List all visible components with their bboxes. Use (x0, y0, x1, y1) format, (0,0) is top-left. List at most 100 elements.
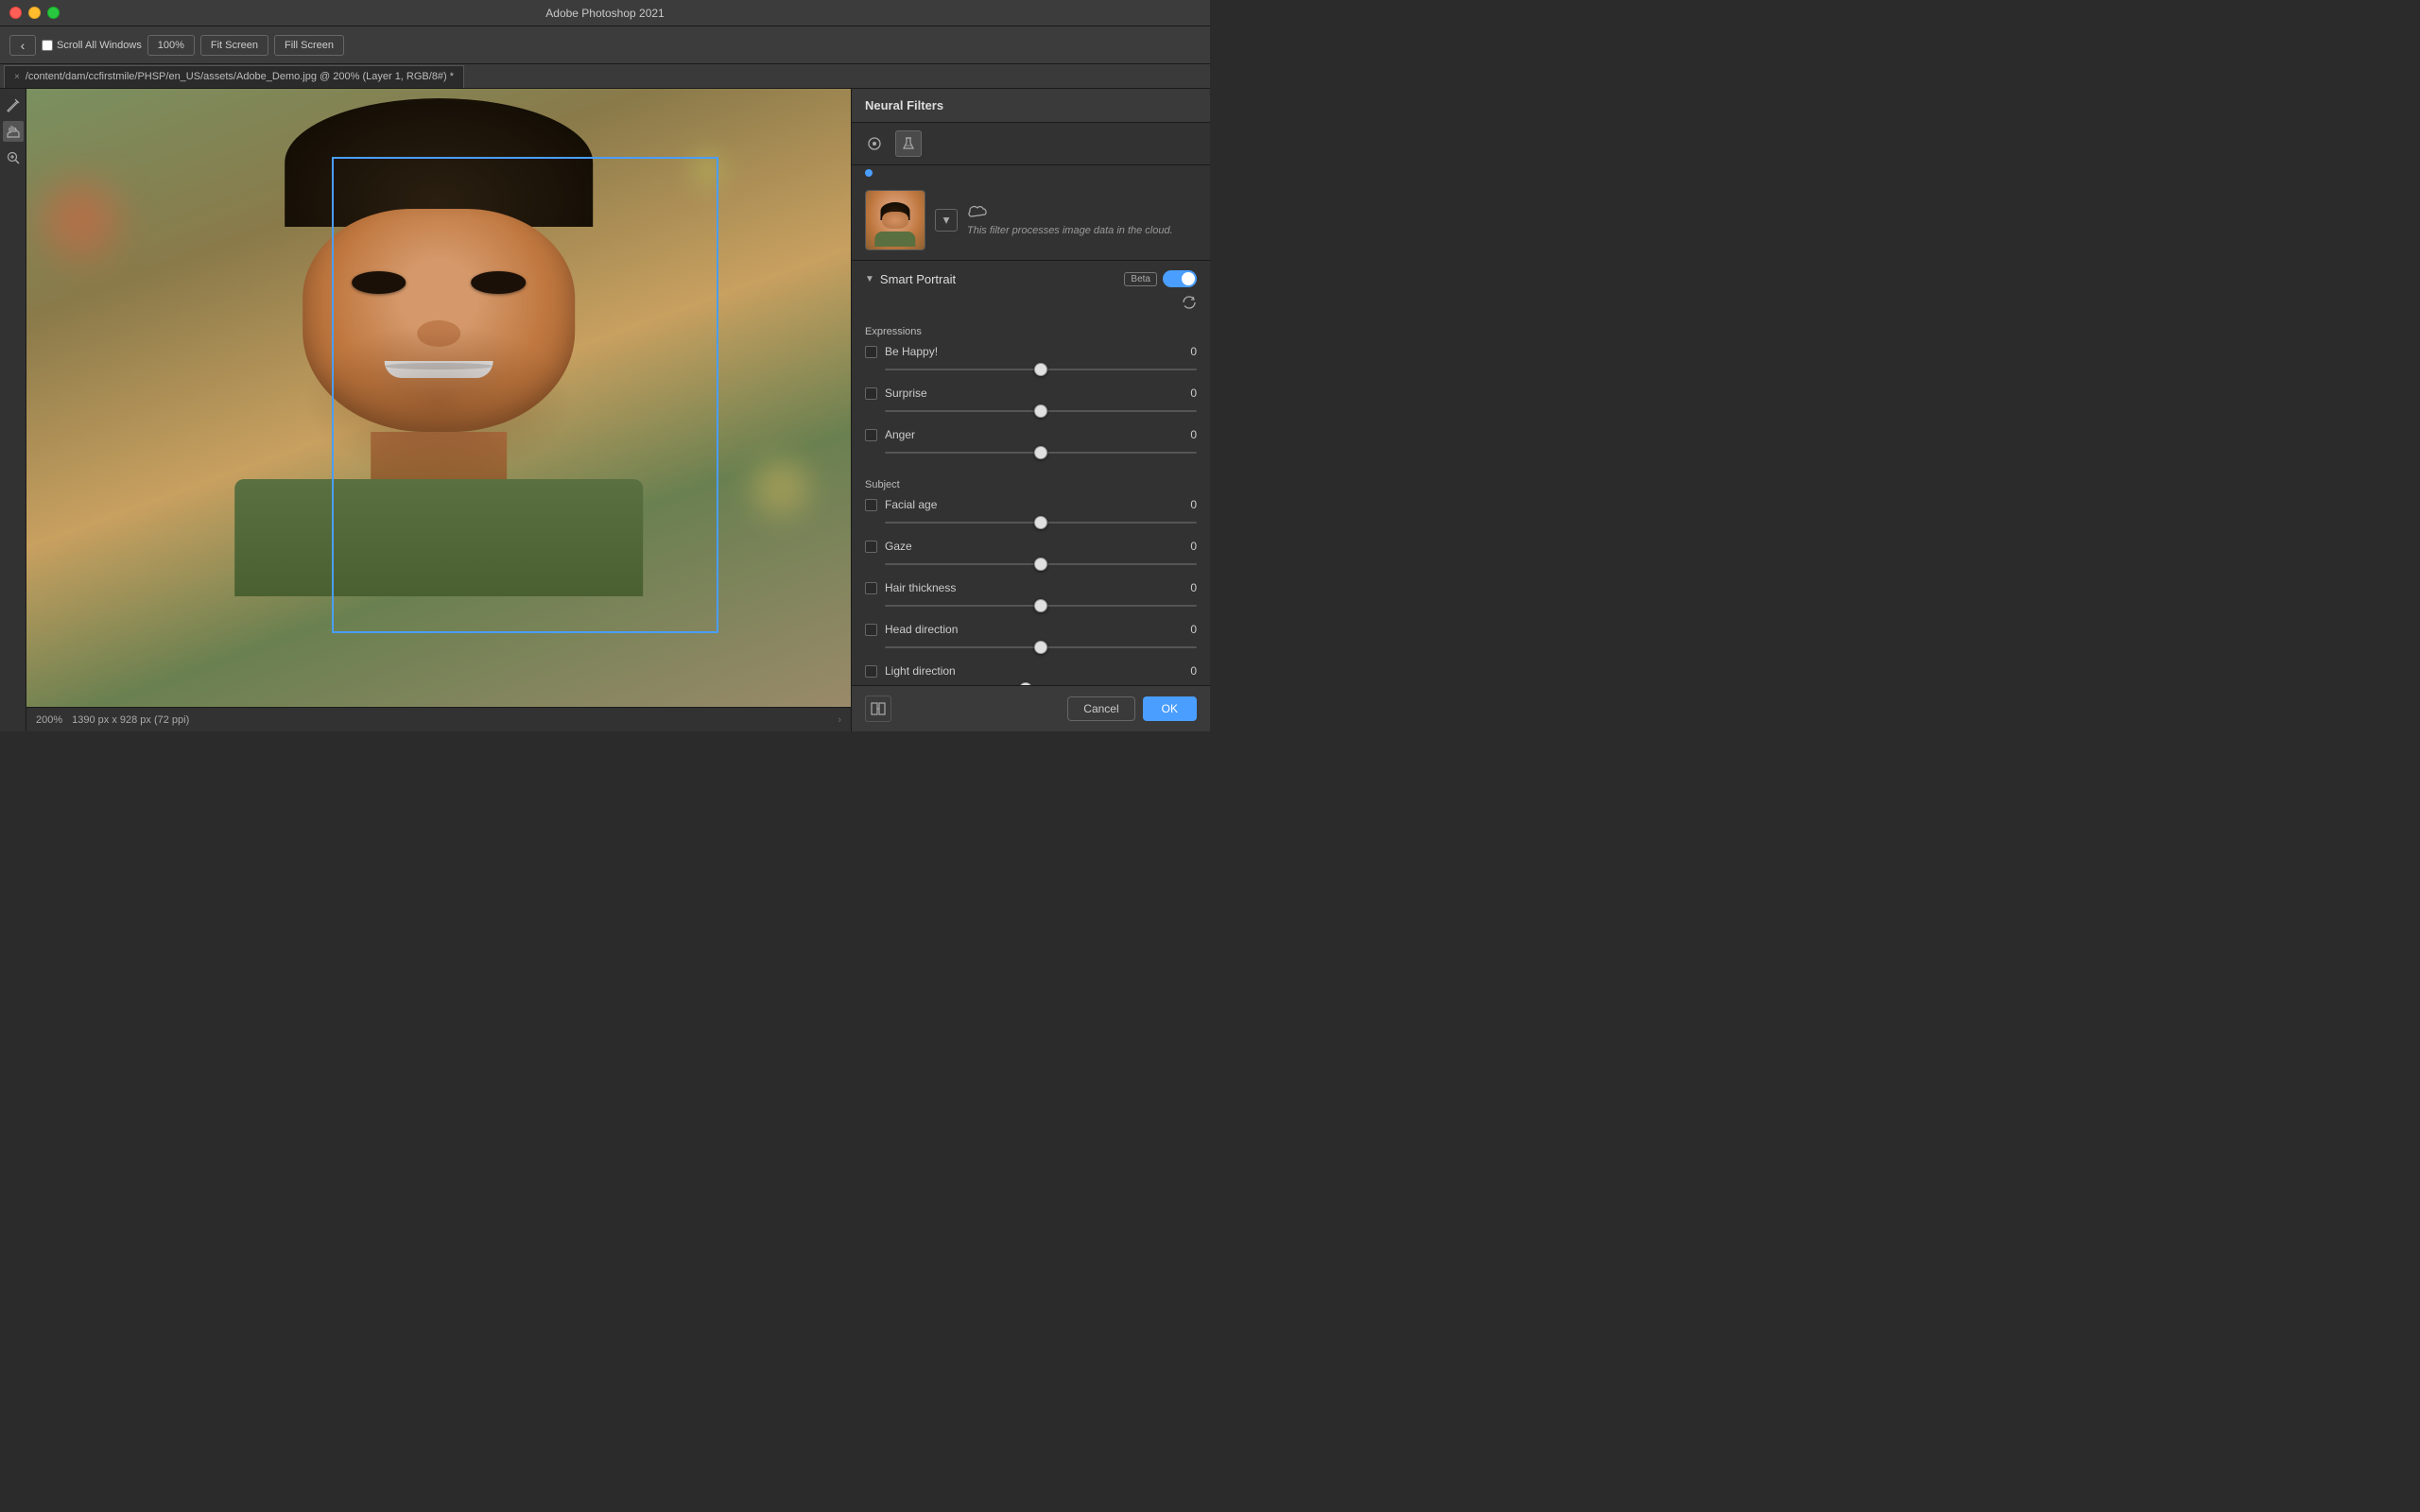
head-direction-checkbox[interactable] (865, 624, 877, 636)
thumb-shirt (874, 232, 915, 247)
shirt (234, 479, 643, 596)
app-title: Adobe Photoshop 2021 (545, 7, 664, 20)
face-area (212, 89, 666, 676)
cancel-button[interactable]: Cancel (1067, 696, 1134, 721)
zoom-tool-button[interactable] (3, 147, 24, 168)
smart-portrait-toggle[interactable] (1163, 270, 1197, 287)
gaze-track[interactable] (885, 557, 1197, 572)
slider-header: Gaze 0 (865, 540, 1197, 553)
hair-thickness-thumb[interactable] (1034, 599, 1047, 612)
gaze-checkbox[interactable] (865, 541, 877, 553)
surprise-checkbox[interactable] (865, 387, 877, 400)
teeth (384, 361, 493, 379)
tab-close-button[interactable]: × (14, 72, 20, 82)
footer-right: Cancel OK (1067, 696, 1197, 721)
fill-screen-button[interactable]: Fill Screen (274, 35, 344, 56)
beta-badge: Beta (1124, 272, 1157, 286)
smart-portrait-section-header[interactable]: ▼ Smart Portrait Beta (852, 261, 1210, 293)
facial-age-thumb[interactable] (1034, 516, 1047, 529)
be-happy-thumb[interactable] (1034, 363, 1047, 376)
active-dot (865, 169, 873, 177)
close-button[interactable] (9, 7, 22, 19)
head-direction-track[interactable] (885, 640, 1197, 655)
section-badges: Beta (1124, 270, 1197, 287)
anger-value: 0 (1190, 428, 1197, 441)
cloud-text: This filter processes image data in the … (967, 224, 1197, 237)
slider-header: Facial age 0 (865, 498, 1197, 511)
window-controls[interactable] (9, 7, 60, 19)
canvas-area: 200% 1390 px x 928 px (72 ppi) › (26, 89, 851, 731)
anger-thumb[interactable] (1034, 446, 1047, 459)
canvas-image (26, 89, 851, 707)
be-happy-checkbox[interactable] (865, 346, 877, 358)
hand-tool-button[interactable] (3, 121, 24, 142)
teeth-detail (384, 363, 493, 370)
be-happy-track[interactable] (885, 362, 1197, 377)
label-group: Surprise (865, 387, 927, 400)
panel-title: Neural Filters (865, 98, 943, 112)
gaze-value: 0 (1190, 540, 1197, 553)
scroll-arrow[interactable]: › (838, 714, 841, 726)
active-indicator-row (852, 165, 1210, 180)
filter-icon-btn[interactable] (861, 130, 888, 157)
gaze-thumb[interactable] (1034, 558, 1047, 571)
surprise-thumb[interactable] (1034, 404, 1047, 418)
light-direction-checkbox[interactable] (865, 665, 877, 678)
hair-thickness-slider-row: Hair thickness 0 (852, 577, 1210, 619)
hair-thickness-track[interactable] (885, 598, 1197, 613)
face-skin (302, 209, 575, 432)
main-layout: 200% 1390 px x 928 px (72 ppi) › Neural … (0, 89, 1210, 731)
maximize-button[interactable] (47, 7, 60, 19)
light-direction-thumb[interactable] (1019, 682, 1032, 685)
reset-button[interactable] (1182, 295, 1197, 313)
hair-thickness-checkbox[interactable] (865, 582, 877, 594)
head-direction-thumb[interactable] (1034, 641, 1047, 654)
facial-age-checkbox[interactable] (865, 499, 877, 511)
label-group: Anger (865, 428, 915, 441)
brush-tool-button[interactable] (3, 94, 24, 115)
panel-toolbar (852, 123, 1210, 165)
section-title-text: Smart Portrait (880, 272, 956, 286)
panel-footer: Cancel OK (852, 685, 1210, 731)
facial-age-track[interactable] (885, 515, 1197, 530)
document-tab[interactable]: × /content/dam/ccfirstmile/PHSP/en_US/as… (4, 65, 464, 88)
surprise-label: Surprise (885, 387, 927, 400)
light-direction-slider-row: Light direction 0 (852, 661, 1210, 685)
anger-track[interactable] (885, 445, 1197, 460)
anger-checkbox[interactable] (865, 429, 877, 441)
hair-thickness-value: 0 (1190, 581, 1197, 594)
preview-dropdown-btn[interactable]: ▾ (935, 209, 958, 232)
filter-preview: ▾ This filter processes image data in th… (852, 180, 1210, 261)
compare-button[interactable] (865, 696, 891, 722)
gaze-slider-row: Gaze 0 (852, 536, 1210, 577)
surprise-slider-row: Surprise 0 (852, 383, 1210, 424)
fit-screen-button[interactable]: Fit Screen (200, 35, 268, 56)
canvas-image-container[interactable] (26, 89, 851, 707)
cloud-info: This filter processes image data in the … (967, 203, 1197, 237)
scroll-all-windows-checkbox[interactable]: Scroll All Windows (42, 40, 142, 51)
flask-icon-btn[interactable] (895, 130, 922, 157)
slider-bg (885, 605, 1197, 607)
light-direction-track[interactable] (885, 681, 1197, 685)
ok-button[interactable]: OK (1143, 696, 1197, 721)
hair-thickness-label: Hair thickness (885, 581, 956, 594)
slider-bg (885, 522, 1197, 524)
surprise-value: 0 (1190, 387, 1197, 400)
head-direction-label: Head direction (885, 623, 958, 636)
tab-bar: × /content/dam/ccfirstmile/PHSP/en_US/as… (0, 64, 1210, 89)
back-button[interactable]: ‹ (9, 35, 36, 56)
footer-left (865, 696, 891, 722)
zoom-input[interactable]: 100% (147, 35, 195, 56)
bokeh-circle (43, 181, 118, 257)
label-group: Light direction (865, 664, 956, 678)
neck (371, 432, 507, 479)
label-group: Head direction (865, 623, 958, 636)
head-direction-value: 0 (1190, 623, 1197, 636)
panel-content[interactable]: ▼ Smart Portrait Beta (852, 261, 1210, 685)
subject-label: Subject (852, 472, 1210, 494)
anger-label: Anger (885, 428, 915, 441)
facial-age-label: Facial age (885, 498, 937, 511)
expressions-label: Expressions (852, 318, 1210, 341)
minimize-button[interactable] (28, 7, 41, 19)
surprise-track[interactable] (885, 404, 1197, 419)
